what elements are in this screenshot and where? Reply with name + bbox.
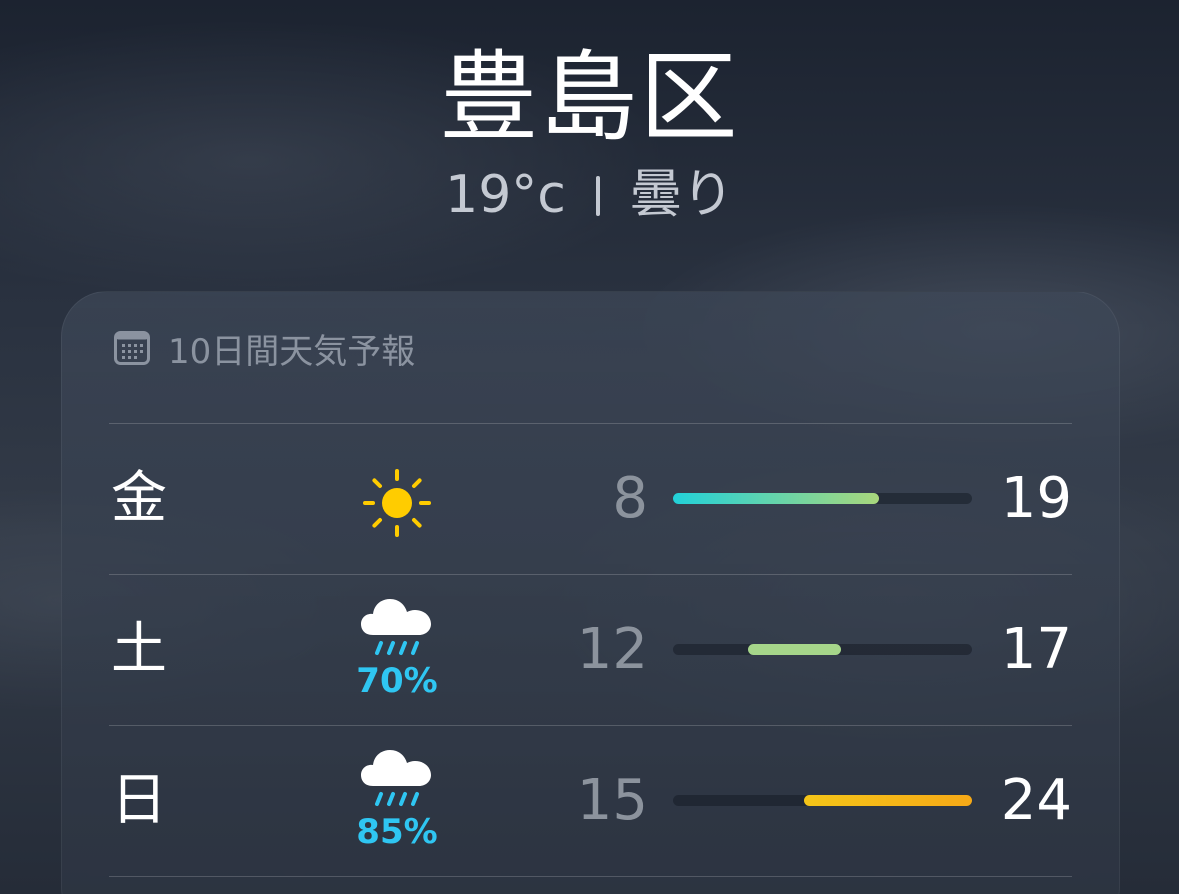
precipitation-chance: 85% [356,812,438,852]
forecast-high: 19 [1000,466,1072,531]
precipitation-chance: 70% [356,661,438,701]
forecast-high: 17 [1000,617,1072,682]
forecast-condition: 85% [356,744,438,864]
forecast-condition: 70% [356,593,438,713]
calendar-icon [114,331,150,365]
ten-day-forecast-card[interactable]: 10日間天気予報 金 8 19 土 70% 12 17 日 85% 15 24 [61,291,1120,894]
forecast-high: 24 [1000,768,1072,833]
temperature-range-bar [673,644,972,655]
forecast-row[interactable]: 土 70% 12 17 [109,574,1072,725]
forecast-day: 土 [111,617,167,682]
forecast-row[interactable]: 日 85% 15 24 [109,725,1072,876]
forecast-row[interactable]: 金 8 19 [109,423,1072,574]
city-name: 豊島区 [439,41,740,155]
rain-cloud-icon [361,750,431,806]
temperature-range-bar [673,795,972,806]
forecast-low: 12 [576,617,648,682]
forecast-title: 10日間天気予報 [168,331,416,372]
forecast-day: 日 [111,768,167,833]
forecast-day: 金 [111,466,167,531]
forecast-row[interactable] [109,876,1072,894]
temperature-range-fill [747,644,842,655]
temperature-range-fill [803,795,972,806]
forecast-card-header: 10日間天気予報 [114,328,415,372]
current-temperature: 19°c [445,165,566,225]
current-condition: 曇り [629,165,734,225]
current-summary: 19°c 曇り [0,160,1179,230]
forecast-condition [359,442,435,562]
temperature-range-bar [673,493,972,504]
sun-icon [363,469,431,537]
forecast-low: 15 [576,768,648,833]
temperature-range-fill [673,493,879,504]
rain-cloud-icon [361,599,431,655]
summary-divider [595,176,600,216]
forecast-low: 8 [612,466,648,531]
